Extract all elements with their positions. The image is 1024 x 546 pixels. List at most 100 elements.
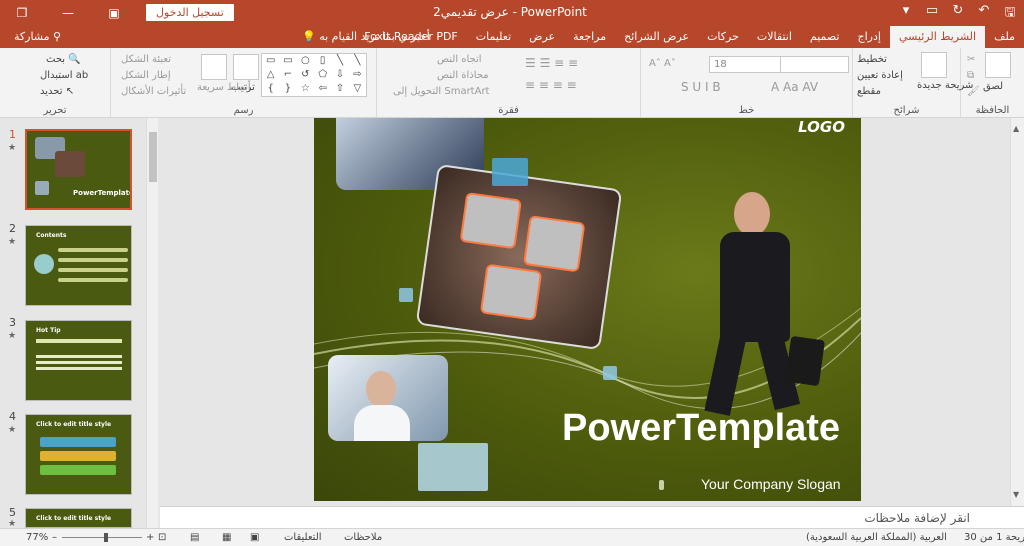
slide-thumbnail-1[interactable]: PowerTemplate [25,129,132,210]
tab-design[interactable]: تصميم [801,26,849,48]
fit-to-window-icon[interactable]: ⊡ [158,532,166,543]
tab-review[interactable]: مراجعة [564,26,615,48]
font-size-box[interactable]: 18 [709,56,781,73]
tab-animations[interactable]: حركات [698,26,748,48]
normal-view-icon[interactable]: ▣ [250,532,259,543]
tab-view[interactable]: عرض [520,26,564,48]
editing-group: بحث 🔍 استبدال ab تحديد ↖ تحرير [0,48,110,118]
redo-icon[interactable]: ↻ [950,3,966,25]
language-indicator[interactable]: العربية (المملكة العربية السعودية) [806,532,947,543]
select-button[interactable]: تحديد ↖ [40,86,74,97]
notes-label: ملاحظات [344,532,383,543]
notes-placeholder: انقر لإضافة ملاحظات [864,511,970,525]
alignment-buttons[interactable]: ≡ ≡ ≡ ≡ [525,78,577,92]
paste-button[interactable]: لصق [983,81,1003,92]
font-color-icon[interactable]: A Aa AV [771,80,818,94]
minimize-window-button[interactable]: — [52,4,84,22]
ribbon-tab-row: ملف الشريط الرئيسي إدراج تصميم انتقالات … [0,26,1024,48]
tab-help[interactable]: تعليمات [467,26,520,48]
quick-access-toolbar: ▾ ▭ ↻ ↶ 🖫 [898,3,1018,25]
keyboard-keys-photo [415,163,623,351]
shapes-gallery[interactable]: ▭ ▭ ○ ▯ ╲ ╲ △ ⌐ ↺ ⬠ ⇩ ⇨ {} ☆ ⇦ ⇧ ▽ [261,53,367,97]
restore-window-button[interactable]: ❐ [6,4,38,22]
share-button[interactable]: مشاركة ⚲ [14,30,61,43]
slide-number-3: 3 [9,316,16,329]
paragraph-group-label: فقرة [498,105,519,116]
shape-fill-button[interactable]: تعبئة الشكل [121,54,171,65]
window-controls: ❐ — ▣ [6,4,130,22]
reset-button[interactable]: إعادة تعيين [857,70,903,81]
shape-effects-button[interactable]: تأثيرات الأشكال [121,86,186,97]
layout-button[interactable]: تخطيط [857,54,887,65]
tab-slide-show[interactable]: عرض الشرائح [615,26,698,48]
select-label: تحديد [40,86,63,97]
tab-home[interactable]: الشريط الرئيسي [889,26,986,48]
font-format-buttons[interactable]: S U I B [681,80,721,94]
zoom-slider-knob[interactable] [104,533,108,542]
scroll-up-icon[interactable]: ▲ [1013,124,1022,134]
decor-square [399,288,413,302]
slide-thumbnail-4[interactable]: Click to edit title style [25,414,132,495]
slide-number-2: 2 [9,222,16,235]
quick-styles-icon[interactable] [201,54,227,80]
slide-thumbnail-3[interactable]: Hot Tip [25,320,132,401]
replace-button[interactable]: استبدال ab [40,70,88,81]
comments-button[interactable]: التعليقات [284,532,322,543]
replace-label: استبدال [40,70,73,81]
decor-square [659,480,664,490]
zoom-in-icon[interactable]: + [146,532,154,543]
save-icon[interactable]: 🖫 [1002,3,1018,25]
slide-thumbnail-2[interactable]: Contents [25,225,132,306]
thumbnail-title-3: Hot Tip [36,327,61,334]
cut-icon[interactable]: ✂ [967,54,975,65]
tell-me-box[interactable]: 💡 أخبرني بما تريد القيام به [302,30,430,43]
editing-group-label: تحرير [43,105,67,116]
new-slide-icon[interactable] [921,52,947,78]
slide-slogan[interactable]: Your Company Slogan [701,476,841,492]
sign-in-button[interactable]: تسجيل الدخول [146,4,234,21]
current-slide[interactable]: LOGO PowerTemplate Your Company Slogan [314,118,861,501]
thumbnail-title-4: Click to edit title style [36,421,112,428]
zoom-slider-track[interactable] [62,537,142,538]
notes-button[interactable]: ملاحظات [344,532,382,543]
replace-icon: ab [75,70,89,81]
slides-group-label: شرائح [893,105,920,116]
section-button[interactable]: مقطع [857,86,881,97]
tab-insert[interactable]: إدراج [849,26,890,48]
find-button[interactable]: بحث 🔍 [46,54,81,65]
tab-file[interactable]: ملف [985,26,1024,48]
ribbon-display-options-button[interactable]: ▣ [98,4,130,22]
slide-thumbnail-pane: 1 ★ PowerTemplate 2 ★ Contents 3 ★ Hot T… [0,118,160,529]
notes-pane[interactable]: انقر لإضافة ملاحظات [160,506,1024,528]
shape-outline-button[interactable]: إطار الشكل [121,70,171,81]
convert-smartart-button[interactable]: التحويل إلى SmartArt [393,86,489,97]
slide-scrollbar[interactable]: ▲ ▼ [1010,118,1024,506]
slide-sorter-icon[interactable]: ▦ [222,532,231,543]
customize-qat-icon[interactable]: ▾ [898,3,914,25]
scroll-down-icon[interactable]: ▼ [1013,490,1022,500]
text-direction-button[interactable]: اتجاه النص [437,54,482,65]
start-from-beginning-icon[interactable]: ▭ [924,3,940,25]
zoom-level[interactable]: 77% [26,532,48,543]
arrange-icon[interactable] [233,54,259,80]
tab-transitions[interactable]: انتقالات [748,26,801,48]
search-icon: 🔍 [68,54,81,65]
paste-icon[interactable] [985,52,1011,78]
businessman-photo [684,188,834,418]
new-slide-button[interactable]: شريحة جديدة [917,80,973,91]
list-buttons[interactable]: ☰ ☰ ≡ ≡ [525,56,578,70]
align-text-button[interactable]: محاذاة النص [437,70,489,81]
reading-view-icon[interactable]: ▤ [190,532,199,543]
slide-title[interactable]: PowerTemplate [562,407,840,450]
drawing-group-label: رسم [233,105,254,116]
slide-number-1: 1 [9,128,16,141]
thumbnail-scrollbar[interactable] [146,118,158,528]
lightbulb-icon: 💡 [302,30,316,43]
thumbnail-scrollbar-thumb[interactable] [149,132,157,182]
undo-icon[interactable]: ↶ [976,3,992,25]
slide-star-2: ★ [8,237,17,247]
zoom-out-icon[interactable]: – [52,532,57,543]
quick-styles-button[interactable]: أنماط سريعة [197,82,251,93]
font-grow-shrink-icon[interactable]: A˄ A˅ [649,58,676,69]
slide-thumbnail-5[interactable]: Click to edit title style [25,508,132,528]
